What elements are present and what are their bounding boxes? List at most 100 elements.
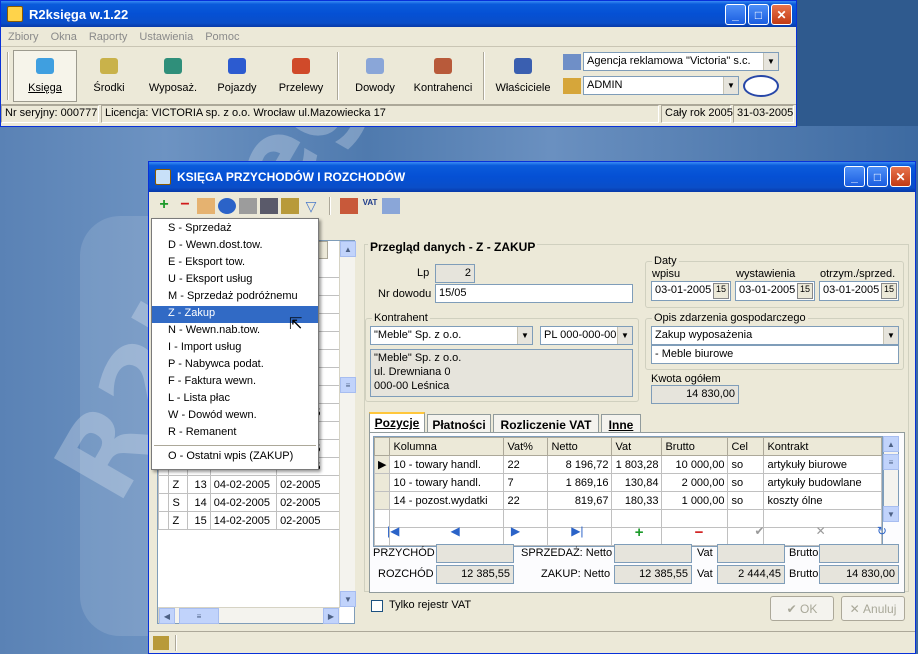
chevron-down-icon[interactable]: ▼ — [723, 76, 738, 94]
cell-kol[interactable]: 10 - towary handl. — [389, 455, 505, 474]
last-record-icon[interactable]: ▶| — [571, 524, 583, 542]
date-wystawienia-field[interactable]: 03-01-2005 15 — [735, 281, 815, 301]
scroll-down-icon[interactable]: ▼ — [883, 506, 899, 522]
popup-item[interactable]: E - Eksport tow. — [152, 255, 318, 272]
scroll-up-icon[interactable]: ▲ — [340, 241, 356, 257]
cell-kontrakt[interactable]: artykuły budowlane — [763, 473, 882, 492]
cell-netto[interactable]: 819,67 — [547, 491, 613, 510]
cell-vat[interactable]: 130,84 — [611, 473, 663, 492]
binoculars-icon[interactable] — [260, 198, 278, 214]
add-icon[interactable]: + — [155, 197, 173, 214]
cancel-button[interactable]: ✕ Anuluj — [841, 596, 905, 621]
left-horizontal-scrollbar[interactable]: ◀ ≡ ▶ — [158, 607, 340, 624]
cell-vatp[interactable]: 7 — [503, 473, 549, 492]
tab-inne[interactable]: Inne — [601, 414, 641, 434]
remove-icon[interactable]: − — [176, 197, 194, 214]
ledger-titlebar[interactable]: KSIĘGA PRZYCHODÓW I ROZCHODÓW _ □ ✕ — [149, 162, 915, 192]
toolbar-kontrahenci-button[interactable]: Kontrahenci — [407, 50, 479, 102]
tab-platnosci[interactable]: Płatności — [427, 414, 491, 434]
maximize-button[interactable]: □ — [867, 166, 888, 187]
cell-kontrakt[interactable]: koszty ólne — [763, 491, 882, 510]
popup-item[interactable]: P - Nabywca podat. — [152, 357, 318, 374]
scroll-thumb[interactable]: ≡ — [340, 377, 356, 393]
print-icon[interactable] — [239, 198, 257, 214]
kontrahent-select[interactable]: "Meble" Sp. z o.o. ▼ — [370, 326, 533, 345]
refresh-icon[interactable] — [218, 198, 236, 214]
popup-item[interactable]: M - Sprzedaż podróżnemu — [152, 289, 318, 306]
calendar-icon[interactable]: 15 — [881, 283, 897, 299]
left-list-row[interactable]: Z 15 14-02-2005 02-2005 — [157, 511, 340, 530]
left-list-row[interactable]: S 14 04-02-2005 02-2005 — [157, 493, 340, 512]
opis-detail-field[interactable]: - Meble biurowe — [651, 345, 899, 364]
col-vat[interactable]: Vat — [611, 437, 663, 456]
next-record-icon[interactable]: ▶ — [511, 524, 520, 542]
company-select[interactable]: Agencja reklamowa "Victoria" s.c. ▼ — [583, 51, 779, 71]
scroll-up-icon[interactable]: ▲ — [883, 436, 899, 452]
toolbar-wlasciciele-button[interactable]: Właściciele — [489, 50, 557, 102]
popup-item[interactable]: W - Dowód wewn. — [152, 408, 318, 425]
popup-item[interactable]: R - Remanent — [152, 425, 318, 442]
menu-ustawienia[interactable]: Ustawienia — [139, 31, 193, 43]
toolbar-dowody-button[interactable]: Dowody — [343, 50, 407, 102]
date-wpisu-field[interactable]: 03-01-2005 15 — [651, 281, 731, 301]
toolbar-ksiega-button[interactable]: Księga — [13, 49, 77, 102]
cell-cel[interactable]: so — [727, 455, 765, 474]
cell-vatp[interactable]: 22 — [503, 455, 549, 474]
scroll-thumb[interactable]: ≡ — [883, 454, 899, 470]
insert-record-icon[interactable]: + — [635, 524, 644, 542]
cell-cel[interactable]: so — [727, 491, 765, 510]
only-vat-checkbox[interactable] — [371, 600, 383, 612]
minimize-button[interactable]: _ — [725, 4, 746, 25]
nr-dowodu-field[interactable]: 15/05 — [435, 284, 633, 303]
cell-cel[interactable]: so — [727, 473, 765, 492]
refresh-icon[interactable]: ↻ — [877, 524, 887, 542]
vat-icon[interactable]: VAT — [361, 198, 379, 214]
col-cel[interactable]: Cel — [727, 437, 765, 456]
cell-kol[interactable]: 10 - towary handl. — [389, 473, 505, 492]
calendar-icon[interactable]: 15 — [713, 283, 729, 299]
close-button[interactable]: ✕ — [771, 4, 792, 25]
scroll-down-icon[interactable]: ▼ — [340, 591, 356, 607]
menu-pomoc[interactable]: Pomoc — [205, 31, 239, 43]
cell-vat[interactable]: 180,33 — [611, 491, 663, 510]
chevron-down-icon[interactable]: ▼ — [883, 327, 898, 344]
table-row[interactable]: 14 - pozost.wydatki 22 819,67 180,33 1 000,0… — [373, 491, 882, 510]
table-row[interactable]: 10 - towary handl. 7 1 869,16 130,84 2 000,0… — [373, 473, 882, 492]
cell-brutto[interactable]: 2 000,00 — [661, 473, 729, 492]
menu-okna[interactable]: Okna — [51, 31, 77, 43]
maximize-button[interactable]: □ — [748, 4, 769, 25]
cell-brutto[interactable]: 10 000,00 — [661, 455, 729, 474]
cell-vatp[interactable]: 22 — [503, 491, 549, 510]
popup-item-last[interactable]: O - Ostatni wpis (ZAKUP) — [152, 449, 318, 466]
filter-icon[interactable]: ▽ — [302, 198, 320, 214]
menu-raporty[interactable]: Raporty — [89, 31, 128, 43]
positions-scrollbar[interactable]: ▲ ≡ ▼ — [883, 436, 899, 522]
scroll-right-icon[interactable]: ▶ — [323, 608, 339, 624]
post-record-icon[interactable]: ✔ — [754, 524, 764, 542]
toolbar-srodki-button[interactable]: Środki — [77, 50, 141, 102]
ok-button[interactable]: ✔ OK — [770, 596, 834, 621]
popup-item[interactable]: F - Faktura wewn. — [152, 374, 318, 391]
tab-rozliczenie-vat[interactable]: Rozliczenie VAT — [493, 414, 599, 434]
col-brutto[interactable]: Brutto — [661, 437, 729, 456]
popup-item[interactable]: L - Lista płac — [152, 391, 318, 408]
toolbar-wyposaz-button[interactable]: Wyposaż. — [141, 50, 205, 102]
cell-kontrakt[interactable]: artykuły biurowe — [763, 455, 882, 474]
popup-item[interactable]: I - Import usług — [152, 340, 318, 357]
chevron-down-icon[interactable]: ▼ — [617, 327, 632, 344]
nip-select[interactable]: PL 000-000-00 ▼ — [540, 326, 633, 345]
table-row[interactable]: ▶ 10 - towary handl. 22 8 196,72 1 803,28 10 … — [373, 455, 882, 474]
cell-netto[interactable]: 1 869,16 — [547, 473, 613, 492]
minimize-button[interactable]: _ — [844, 166, 865, 187]
tab-pozycje[interactable]: Pozycje — [369, 412, 425, 432]
calendar-icon[interactable]: 15 — [797, 283, 813, 299]
settings-icon[interactable] — [281, 198, 299, 214]
col-kolumna[interactable]: Kolumna — [389, 437, 505, 456]
main-titlebar[interactable]: R2księga w.1.22 _ □ ✕ — [1, 1, 796, 27]
documents-icon[interactable] — [382, 198, 400, 214]
first-record-icon[interactable]: |◀ — [387, 524, 399, 542]
col-kontrakt[interactable]: Kontrakt — [763, 437, 882, 456]
export-icon[interactable] — [340, 198, 358, 214]
scroll-left-icon[interactable]: ◀ — [159, 608, 175, 624]
popup-item[interactable]: D - Wewn.dost.tow. — [152, 238, 318, 255]
